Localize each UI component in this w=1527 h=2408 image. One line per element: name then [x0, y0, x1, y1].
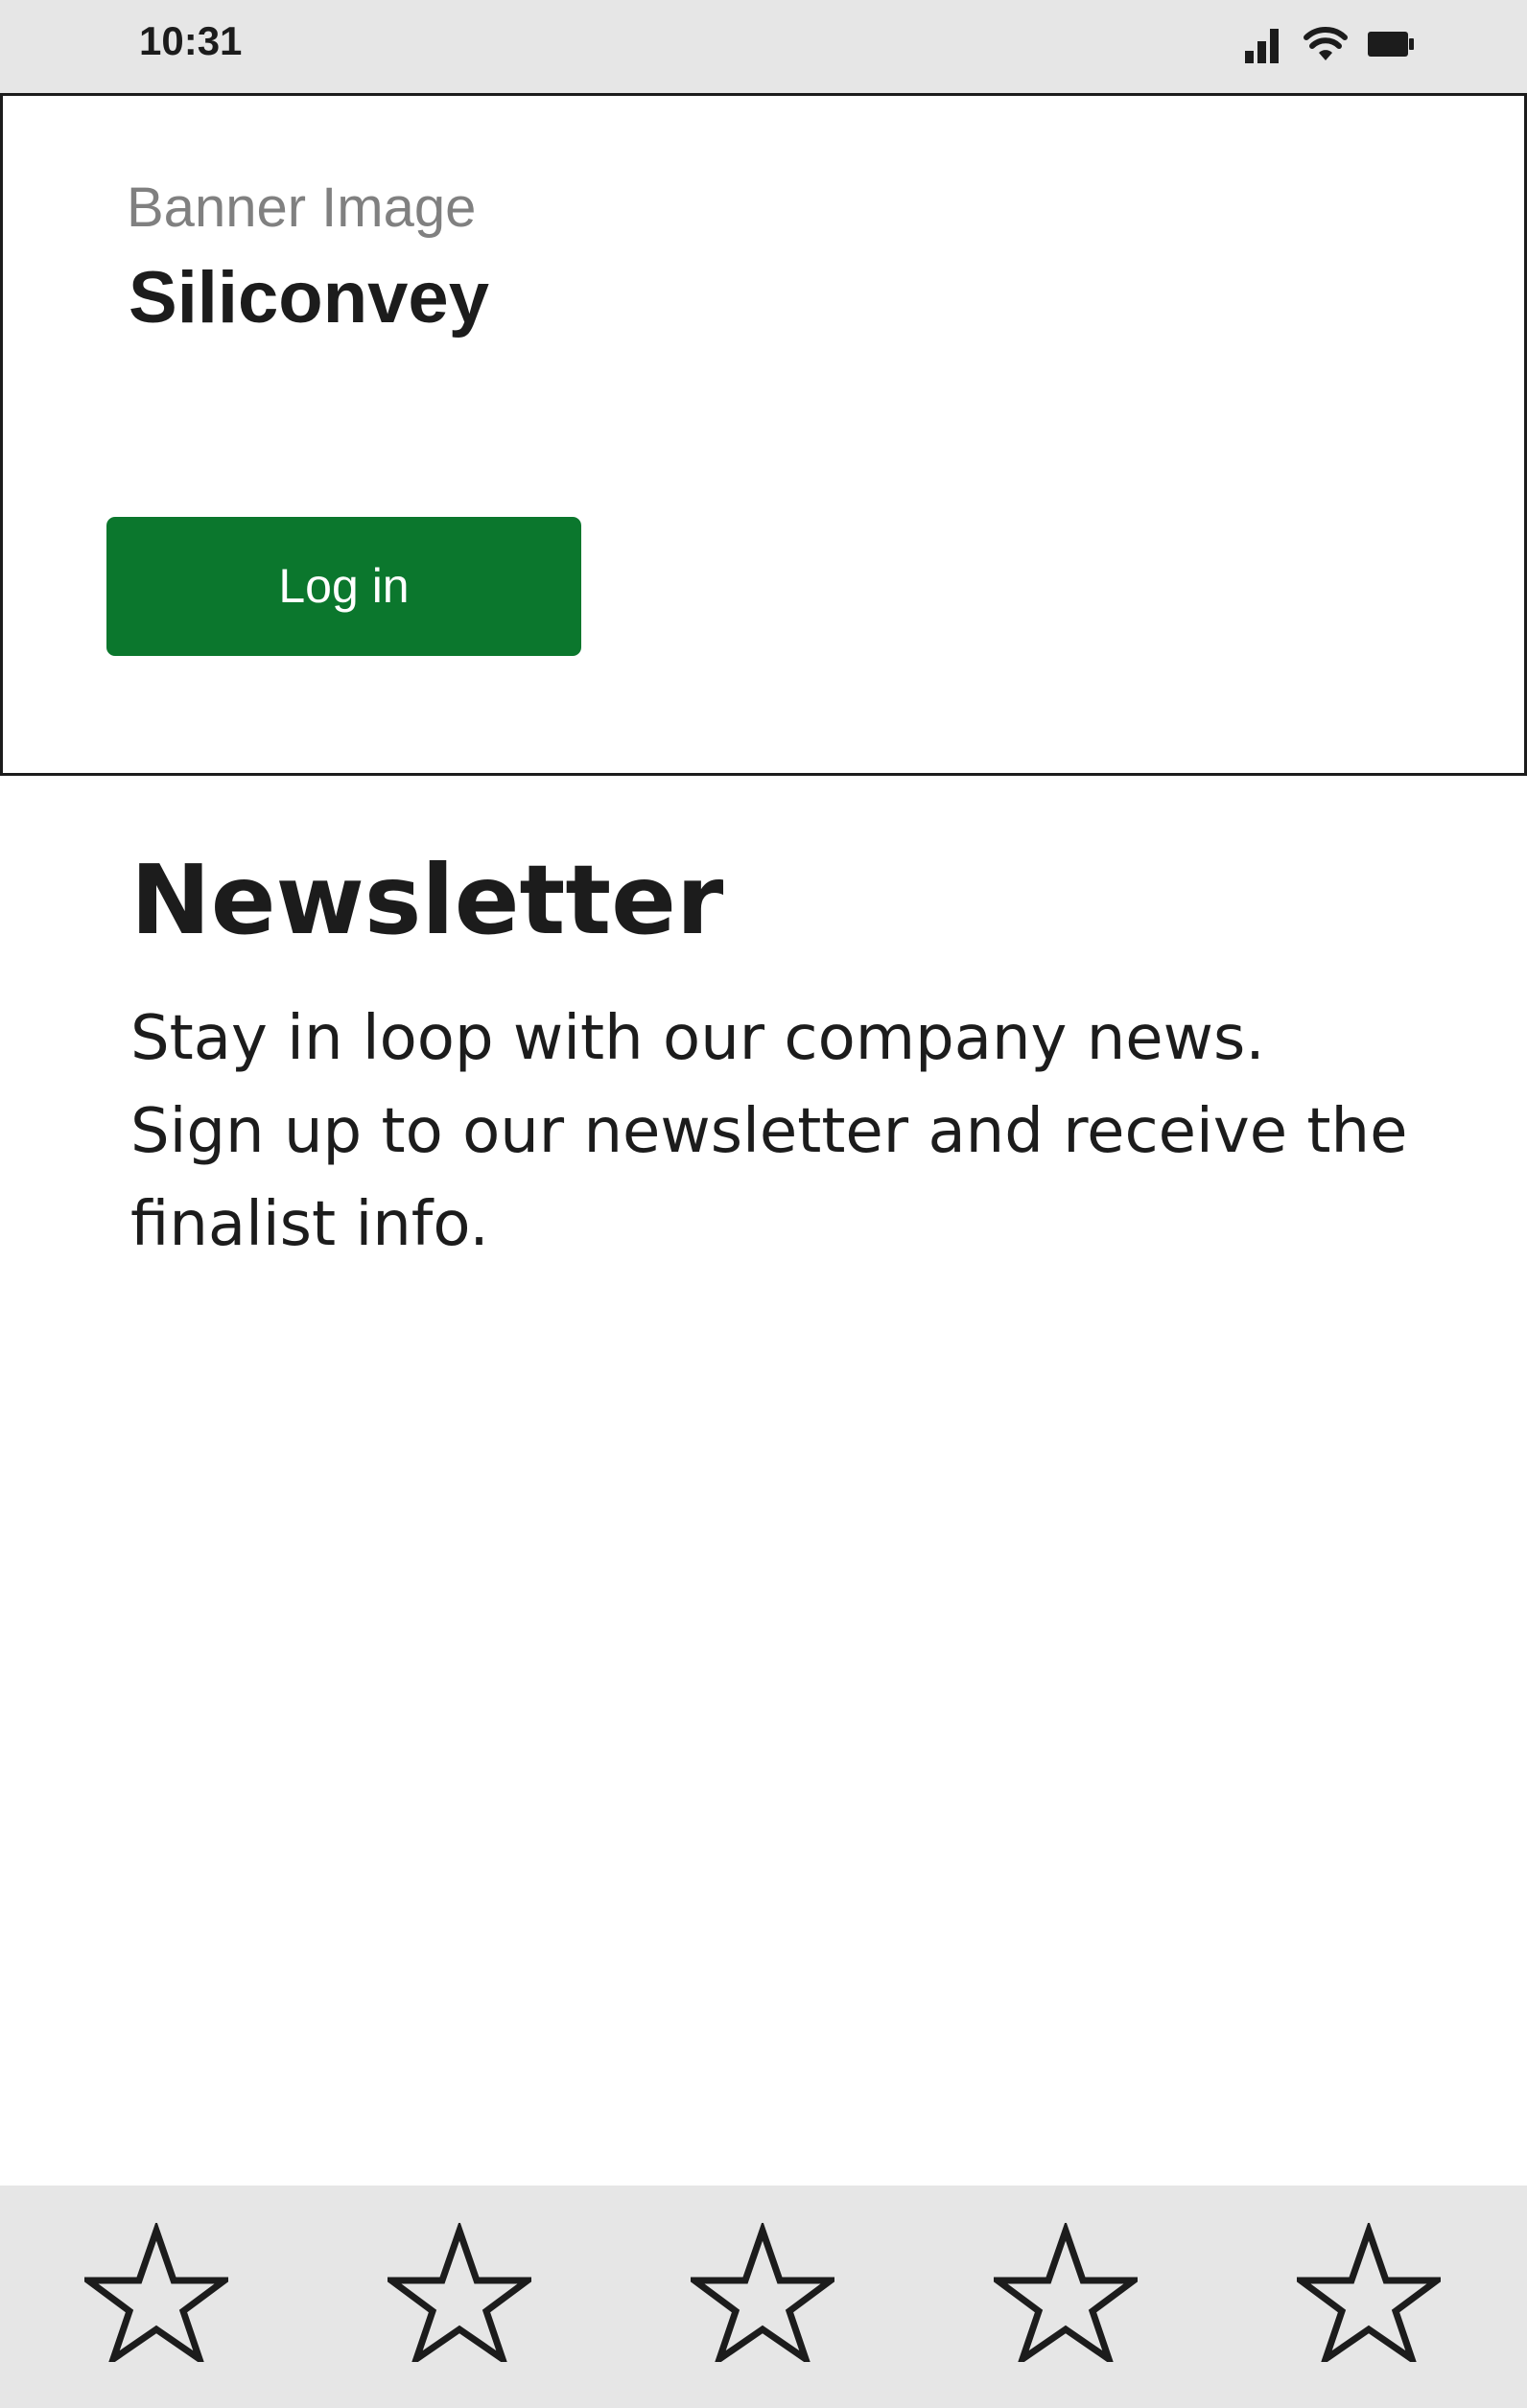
star-5-icon[interactable] — [1297, 2223, 1441, 2362]
status-icons — [1243, 24, 1416, 66]
star-4-icon[interactable] — [994, 2223, 1138, 2362]
status-bar: 10:31 — [0, 0, 1527, 93]
newsletter-text-line: Sign up to our newsletter and receive th… — [130, 1096, 1408, 1167]
rating-bar — [0, 2186, 1527, 2408]
newsletter-text-line: Stay in loop with our company news. — [130, 1003, 1265, 1074]
newsletter-description: Stay in loop with our company news. Sign… — [130, 993, 1454, 1272]
login-button[interactable]: Log in — [106, 517, 581, 656]
star-1-icon[interactable] — [84, 2223, 228, 2362]
app-title: Siliconvey — [129, 257, 489, 339]
newsletter-heading: Newsletter — [130, 844, 724, 956]
status-time: 10:31 — [139, 18, 243, 63]
star-3-icon[interactable] — [691, 2223, 834, 2362]
banner-image-caption: Banner Image — [127, 176, 477, 239]
wifi-icon — [1304, 27, 1348, 60]
signal-icon — [1245, 29, 1279, 63]
battery-icon — [1368, 32, 1414, 57]
newsletter-text-line: finalist info. — [130, 1189, 489, 1260]
star-2-icon[interactable] — [388, 2223, 531, 2362]
